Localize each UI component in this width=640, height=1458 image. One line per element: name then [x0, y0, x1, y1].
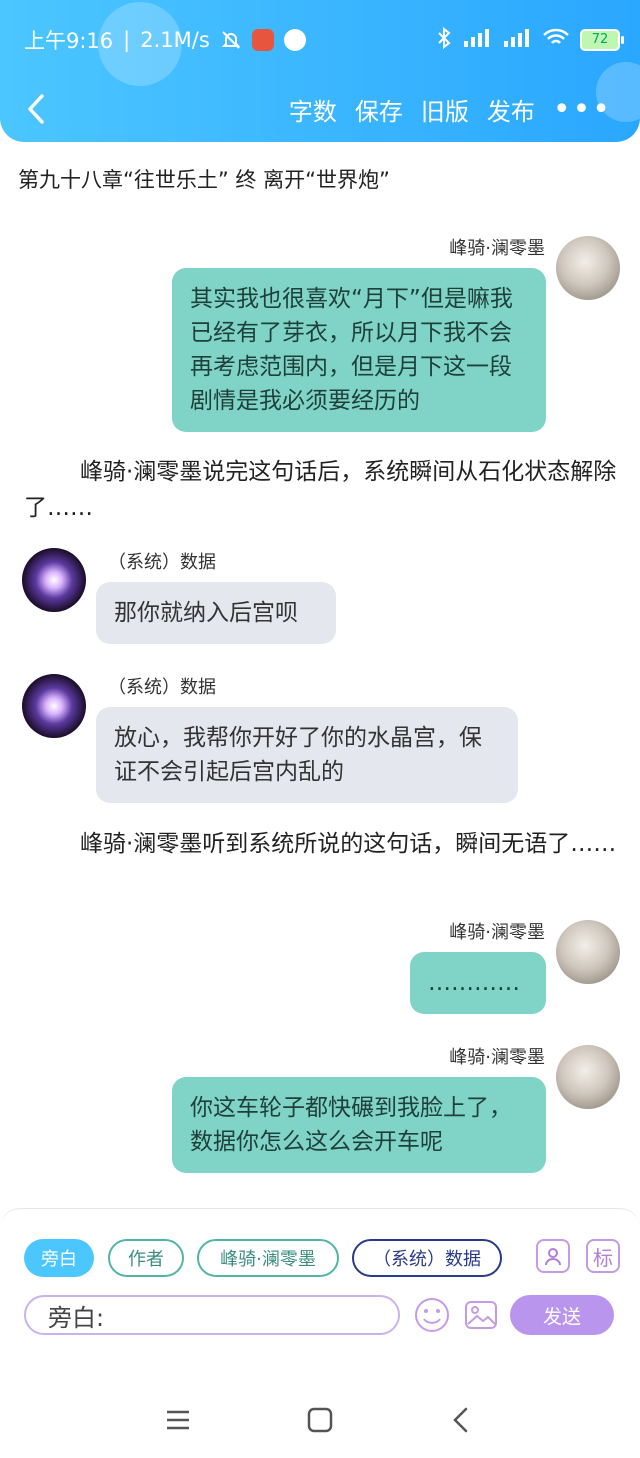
old-version-button[interactable]: 旧版 — [421, 92, 469, 127]
status-separator: | — [123, 28, 131, 52]
menu-icon[interactable] — [164, 1406, 192, 1438]
back-button[interactable] — [22, 88, 50, 130]
status-bar: 上午9:16 | 2.1M/s 72 — [24, 22, 624, 58]
sender-name: 峰骑·澜零墨 — [449, 1047, 545, 1068]
back-nav-icon[interactable] — [450, 1406, 472, 1438]
message-bubble-right[interactable]: 你这车轮子都快碾到我脸上了，数据你怎么这么会开车呢 — [172, 1077, 546, 1173]
battery-icon: 72 — [580, 29, 624, 51]
wifi-icon — [542, 28, 570, 53]
image-icon[interactable] — [463, 1297, 499, 1333]
message-bubble-right[interactable]: ………… — [410, 952, 546, 1014]
user-avatar[interactable] — [556, 1045, 620, 1109]
system-avatar[interactable] — [22, 674, 86, 738]
chapter-title: 第九十八章“往世乐土” 终 离开“世界炮” — [18, 168, 390, 192]
message-bubble-left[interactable]: 那你就纳入后宫呗 — [96, 582, 336, 644]
bluetooth-icon — [436, 26, 452, 54]
signal-icon — [462, 28, 492, 53]
system-nav-bar — [0, 1384, 640, 1458]
role-chip-narration[interactable]: 旁白 — [24, 1239, 94, 1277]
sender-name: （系统）数据 — [108, 552, 216, 573]
narration-text: 峰骑·澜零墨听到系统所说的这句话，瞬间无语了…… — [80, 831, 617, 857]
mute-bell-icon — [220, 29, 242, 51]
role-chip-author[interactable]: 作者 — [108, 1239, 184, 1277]
sender-name: （系统）数据 — [108, 677, 216, 698]
home-icon[interactable] — [306, 1406, 334, 1438]
message-input[interactable]: 旁白: — [24, 1295, 400, 1335]
system-avatar[interactable] — [22, 548, 86, 612]
tag-button[interactable]: 标 — [586, 1239, 620, 1273]
editor-toolbar: 字数 保存 旧版 发布 ••• — [0, 88, 640, 130]
message-bubble-right[interactable]: 其实我也很喜欢“月下”但是嘛我已经有了芽衣，所以月下我不会再考虑范围内，但是月下… — [172, 268, 546, 432]
network-speed: 2.1M/s — [140, 28, 210, 52]
save-button[interactable]: 保存 — [355, 92, 403, 127]
user-avatar[interactable] — [556, 920, 620, 984]
signal-icon-2 — [502, 28, 532, 53]
role-chip-character[interactable]: 峰骑·澜零墨 — [197, 1239, 339, 1277]
role-chip-system[interactable]: （系统）数据 — [352, 1239, 502, 1277]
app-notification-icon — [251, 29, 274, 51]
sender-name: 峰骑·澜零墨 — [449, 238, 545, 259]
word-count-button[interactable]: 字数 — [289, 92, 337, 127]
status-time: 上午9:16 — [24, 29, 114, 53]
emoji-icon[interactable] — [414, 1297, 450, 1333]
message-bubble-left[interactable]: 放心，我帮你开好了你的水晶宫，保证不会引起后宫内乱的 — [96, 707, 518, 803]
contacts-icon[interactable] — [536, 1239, 570, 1273]
sender-name: 峰骑·澜零墨 — [449, 922, 545, 943]
qq-icon — [283, 29, 306, 51]
send-button[interactable]: 发送 — [510, 1295, 614, 1335]
compose-panel: 旁白 作者 峰骑·澜零墨 （系统）数据 标 旁白: 发送 — [0, 1208, 640, 1384]
narration-text: 峰骑·澜零墨说完这句话后，系统瞬间从石化状态解除了…… — [24, 459, 617, 521]
more-options-button[interactable]: ••• — [553, 92, 612, 127]
back-arrow-icon — [28, 94, 44, 124]
user-avatar[interactable] — [556, 236, 620, 300]
app-header: 上午9:16 | 2.1M/s 72 字数 保存 旧版 发布 ••• — [0, 0, 640, 142]
publish-button[interactable]: 发布 — [487, 92, 535, 127]
